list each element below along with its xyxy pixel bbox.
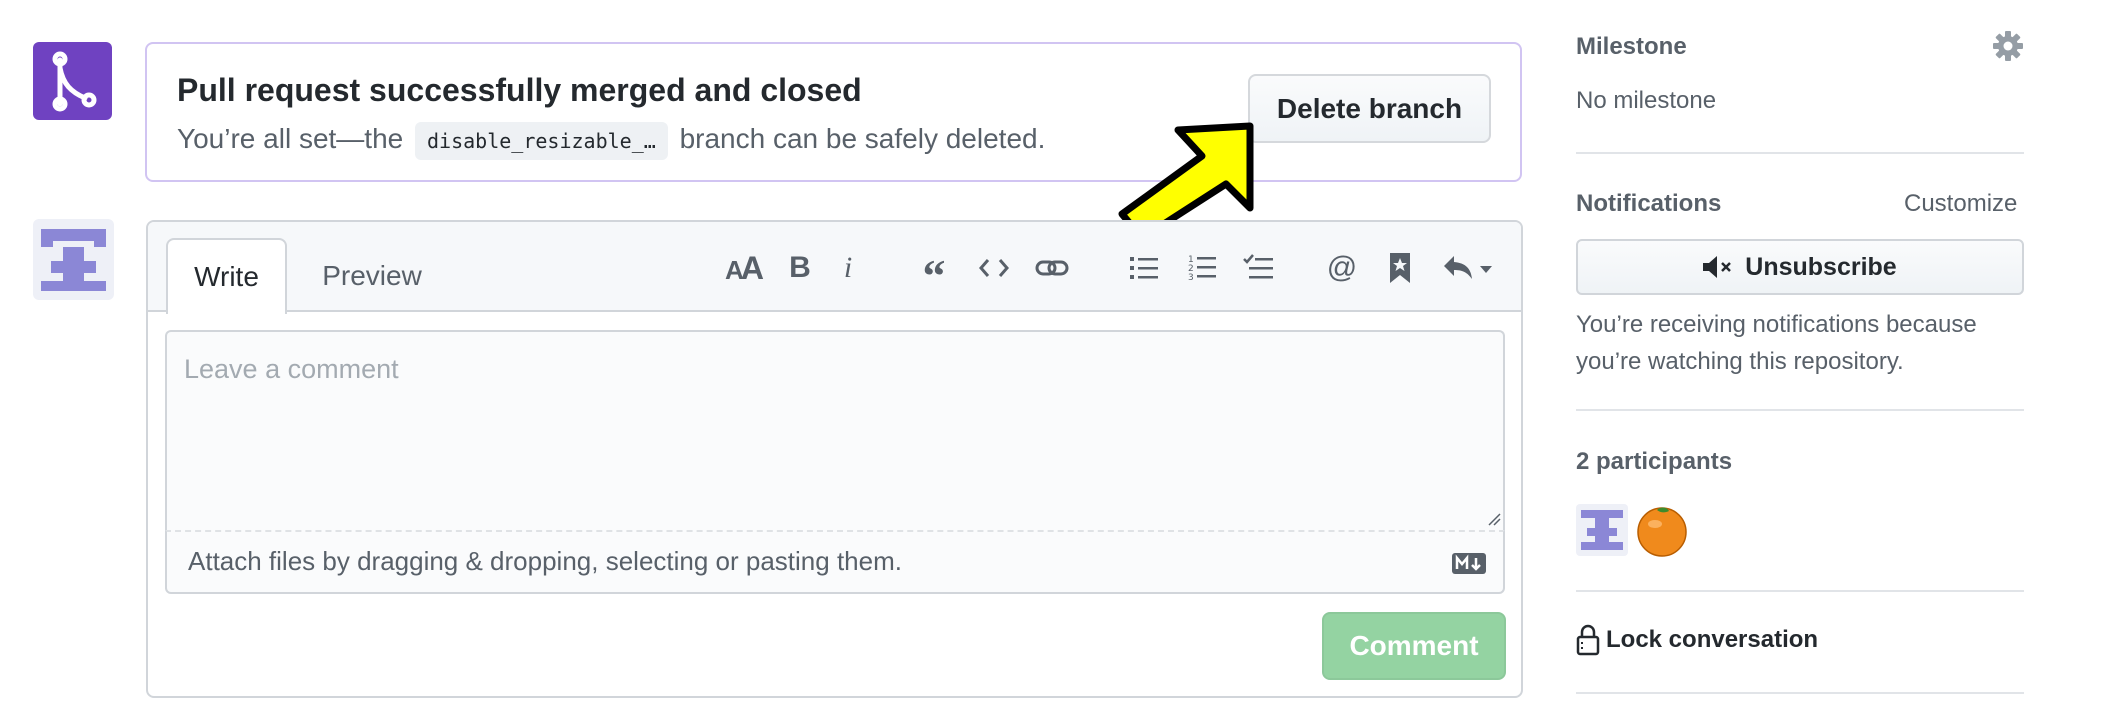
identicon-icon	[41, 229, 106, 291]
italic-icon[interactable]: i	[833, 246, 863, 290]
participant-avatar[interactable]	[1635, 504, 1689, 558]
comment-submit-button[interactable]: Comment	[1322, 612, 1506, 680]
lock-conversation-label: Lock conversation	[1606, 626, 1819, 653]
bulleted-list-icon[interactable]	[1124, 246, 1164, 290]
reply-icon[interactable]	[1440, 246, 1496, 290]
sidebar-divider	[1576, 692, 2024, 694]
notifications-label: Notifications	[1576, 190, 1722, 217]
bold-icon[interactable]: B	[783, 246, 817, 290]
attach-files-bar[interactable]: Attach files by dragging & dropping, sel…	[165, 530, 1505, 594]
unsubscribe-button[interactable]: Unsubscribe	[1576, 239, 2024, 295]
identicon-icon	[1581, 510, 1623, 550]
branch-name: disable_resizable_…	[415, 121, 668, 160]
notifications-reason-line: You’re receiving notifications because	[1576, 311, 1977, 338]
customize-link[interactable]: Customize	[1904, 190, 2017, 218]
git-merge-icon	[52, 51, 97, 112]
notifications-reason: You’re receiving notifications because y…	[1576, 306, 1977, 380]
link-icon[interactable]	[1032, 246, 1072, 290]
avatar[interactable]	[33, 219, 114, 300]
comment-textarea[interactable]: Leave a comment	[165, 330, 1505, 530]
lock-icon	[1576, 624, 1600, 656]
tab-write[interactable]: Write	[166, 238, 287, 314]
task-list-icon[interactable]	[1238, 246, 1278, 290]
lock-conversation-link[interactable]: Lock conversation	[1576, 624, 1818, 656]
sidebar-divider	[1576, 409, 2024, 411]
numbered-list-icon[interactable]: 123	[1182, 246, 1222, 290]
merge-subtitle-prefix: You’re all set—the	[177, 123, 404, 154]
participants-label: 2 participants	[1576, 448, 1733, 475]
merge-subtitle: You’re all set—the disable_resizable_… b…	[177, 117, 1045, 161]
quote-icon[interactable]: “	[914, 246, 954, 301]
mention-icon[interactable]: @	[1322, 246, 1362, 290]
merge-title: Pull request successfully merged and clo…	[177, 72, 862, 108]
merge-status-icon	[33, 42, 112, 120]
sidebar-divider	[1576, 152, 2024, 154]
tab-preview[interactable]: Preview	[300, 240, 444, 312]
mute-icon	[1703, 256, 1732, 278]
merge-subtitle-suffix: branch can be safely deleted.	[679, 123, 1046, 154]
resize-handle-icon[interactable]	[1487, 512, 1501, 526]
text-size-icon[interactable]: AA	[721, 246, 765, 290]
bookmark-icon[interactable]	[1382, 246, 1418, 290]
code-icon[interactable]	[974, 246, 1014, 290]
gear-icon[interactable]	[1992, 30, 2024, 62]
unsubscribe-label: Unsubscribe	[1745, 252, 1897, 281]
delete-branch-button[interactable]: Delete branch	[1248, 74, 1491, 143]
markdown-icon	[1452, 553, 1486, 574]
sidebar-divider	[1576, 590, 2024, 592]
milestone-value: No milestone	[1576, 87, 1717, 114]
milestone-label: Milestone	[1576, 33, 1687, 60]
orange-icon	[1637, 507, 1687, 557]
svg-text:3: 3	[1188, 273, 1194, 282]
participant-avatar[interactable]	[1576, 504, 1628, 556]
notifications-reason-line: you’re watching this repository.	[1576, 348, 1904, 375]
